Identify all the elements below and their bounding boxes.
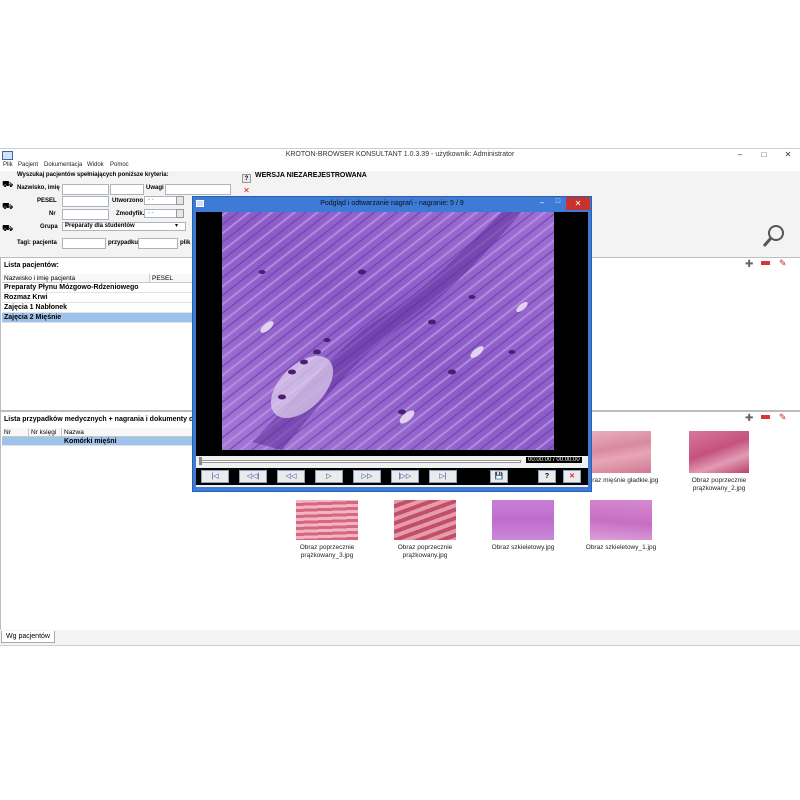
- minimize-button[interactable]: –: [728, 149, 752, 161]
- tagi-pacjenta-field[interactable]: [62, 238, 106, 249]
- seek-handle[interactable]: [199, 457, 202, 465]
- nr-field[interactable]: [62, 209, 109, 220]
- maximize-button[interactable]: □: [551, 198, 565, 210]
- first-button[interactable]: |◁: [201, 470, 229, 483]
- binoculars-icon[interactable]: ⛟: [2, 179, 13, 191]
- controls-bar: |◁ ◁◁| ◁◁ ▷ ▷▷ |▷▷ ▷| 💾 ? ✕: [196, 468, 588, 485]
- tagi-przypadku-field[interactable]: [138, 238, 178, 249]
- rewind-button[interactable]: ◁◁: [277, 470, 305, 483]
- zmodyfik-label: Zmodyfik.: [116, 211, 145, 217]
- player-title: Podgląd i odtwarzanie nagrań - nagranie:…: [320, 200, 464, 207]
- uwagi-field[interactable]: [165, 184, 231, 195]
- close-dialog-button[interactable]: ✕: [566, 197, 590, 210]
- last-button[interactable]: ▷|: [429, 470, 457, 483]
- thumbnail-caption: Obraz poprzecznie prążkowany_2.jpg: [691, 477, 747, 492]
- thumbnail-caption: Obraz szkieletowy_1.jpg: [585, 544, 657, 551]
- seek-bar[interactable]: [199, 460, 521, 463]
- histology-image: [222, 212, 554, 450]
- tagi-pacjenta-label: Tagi: pacjenta: [17, 240, 57, 246]
- maximize-button[interactable]: □: [752, 149, 776, 161]
- close-player-button[interactable]: ✕: [563, 470, 581, 483]
- edit-icon[interactable]: ✎: [779, 258, 787, 269]
- window-title: KROTON-BROWSER KONSULTANT 1.0.3.39 - uży…: [285, 151, 515, 158]
- menu-pacjent[interactable]: Pacjent: [18, 162, 38, 168]
- menu-bar: Plik Pacjent Dokumentacja Widok Pomoc: [0, 161, 800, 171]
- thumbnail-caption: Obraz mięśnie gładkie.jpg: [583, 477, 659, 484]
- menu-pomoc[interactable]: Pomoc: [110, 162, 129, 168]
- thumbnail-image[interactable]: [394, 500, 456, 540]
- thumbnail-image[interactable]: [296, 500, 358, 540]
- search-heading: Wyszukaj pacjentów spełniających poniższ…: [17, 172, 169, 178]
- remove-icon[interactable]: [761, 261, 770, 265]
- edit-icon[interactable]: ✎: [779, 412, 787, 423]
- binoculars-icon[interactable]: ⛟: [2, 223, 13, 235]
- thumbnail-image[interactable]: [689, 431, 749, 473]
- thumbnail-caption: Obraz szkieletowy.jpg: [491, 544, 555, 551]
- chevron-down-icon[interactable]: ▾: [175, 222, 178, 229]
- menu-dokumentacja[interactable]: Dokumentacja: [44, 162, 82, 168]
- unregistered-banner: WERSJA NIEZAREJESTROWANA: [255, 172, 367, 179]
- column-header-name[interactable]: Nazwisko i imię pacjenta: [2, 274, 150, 283]
- thumbnail-image[interactable]: [492, 500, 554, 540]
- clear-button[interactable]: ✕: [242, 186, 251, 195]
- grupa-label: Grupa: [40, 224, 58, 230]
- add-icon[interactable]: ✚: [745, 413, 753, 424]
- prev-frame-button[interactable]: ◁◁|: [239, 470, 267, 483]
- utworzono-label: Utworzono: [112, 198, 143, 204]
- firstname-field[interactable]: [110, 184, 144, 195]
- thumbnail-image[interactable]: [591, 431, 651, 473]
- pesel-field[interactable]: [62, 196, 109, 207]
- grupa-select[interactable]: Preparaty dla studentów: [62, 222, 186, 231]
- forward-button[interactable]: ▷▷: [353, 470, 381, 483]
- patients-title: Lista pacjentów:: [4, 262, 59, 269]
- close-window-button[interactable]: ✕: [776, 149, 800, 161]
- modified-date-field[interactable]: - -: [144, 209, 178, 218]
- tab-bar: Wg pacjentów: [0, 630, 800, 644]
- name-label: Nazwisko, imię: [17, 185, 60, 191]
- video-area: [196, 212, 588, 456]
- title-bar: KROTON-BROWSER KONSULTANT 1.0.3.39 - uży…: [0, 149, 800, 161]
- player-dialog: Podgląd i odtwarzanie nagrań - nagranie:…: [192, 196, 592, 492]
- uwagi-label: Uwagi: [146, 185, 164, 191]
- add-icon[interactable]: ✚: [745, 259, 753, 270]
- help-button[interactable]: ?: [538, 470, 556, 483]
- search-toolbar: ⛟ ⛟ ⛟: [0, 173, 13, 243]
- save-icon[interactable]: 💾: [490, 470, 508, 483]
- created-date-field[interactable]: - -: [144, 196, 178, 205]
- surname-field[interactable]: [62, 184, 109, 195]
- thumbnail-caption: Obraz poprzecznie prążkowany_3.jpg: [299, 544, 355, 559]
- pesel-label: PESEL: [37, 198, 57, 204]
- player-title-bar: Podgląd i odtwarzanie nagrań - nagranie:…: [193, 197, 591, 211]
- nr-label: Nr: [49, 211, 56, 217]
- column-header-nr[interactable]: Nr: [2, 428, 29, 437]
- calendar-icon[interactable]: [176, 209, 184, 218]
- remove-icon[interactable]: [761, 415, 770, 419]
- play-button[interactable]: ▷: [315, 470, 343, 483]
- menu-widok[interactable]: Widok: [87, 162, 104, 168]
- binoculars-icon[interactable]: ⛟: [2, 201, 13, 213]
- column-header-ksiegi[interactable]: Nr księgi: [29, 428, 62, 437]
- thumbnail-caption: Obraz poprzecznie prążkowany.jpg: [397, 544, 453, 559]
- magnifier-icon[interactable]: [761, 223, 787, 249]
- plik-label: plik: [180, 240, 191, 246]
- thumbnail-image[interactable]: [590, 500, 652, 540]
- help-button[interactable]: ?: [242, 174, 251, 183]
- menu-plik[interactable]: Plik: [3, 162, 13, 168]
- minimize-button[interactable]: –: [535, 198, 549, 210]
- calendar-icon[interactable]: [176, 196, 184, 205]
- cases-title: Lista przypadków medycznych + nagrania i…: [4, 416, 196, 423]
- tab-wg-pacjentow[interactable]: Wg pacjentów: [1, 631, 55, 643]
- time-display: 00:00:00 / 00:00:00: [526, 457, 582, 463]
- przypadku-label: przypadku: [108, 240, 139, 246]
- player-body: 00:00:00 / 00:00:00 |◁ ◁◁| ◁◁ ▷ ▷▷ |▷▷ ▷…: [196, 212, 588, 487]
- next-frame-button[interactable]: |▷▷: [391, 470, 419, 483]
